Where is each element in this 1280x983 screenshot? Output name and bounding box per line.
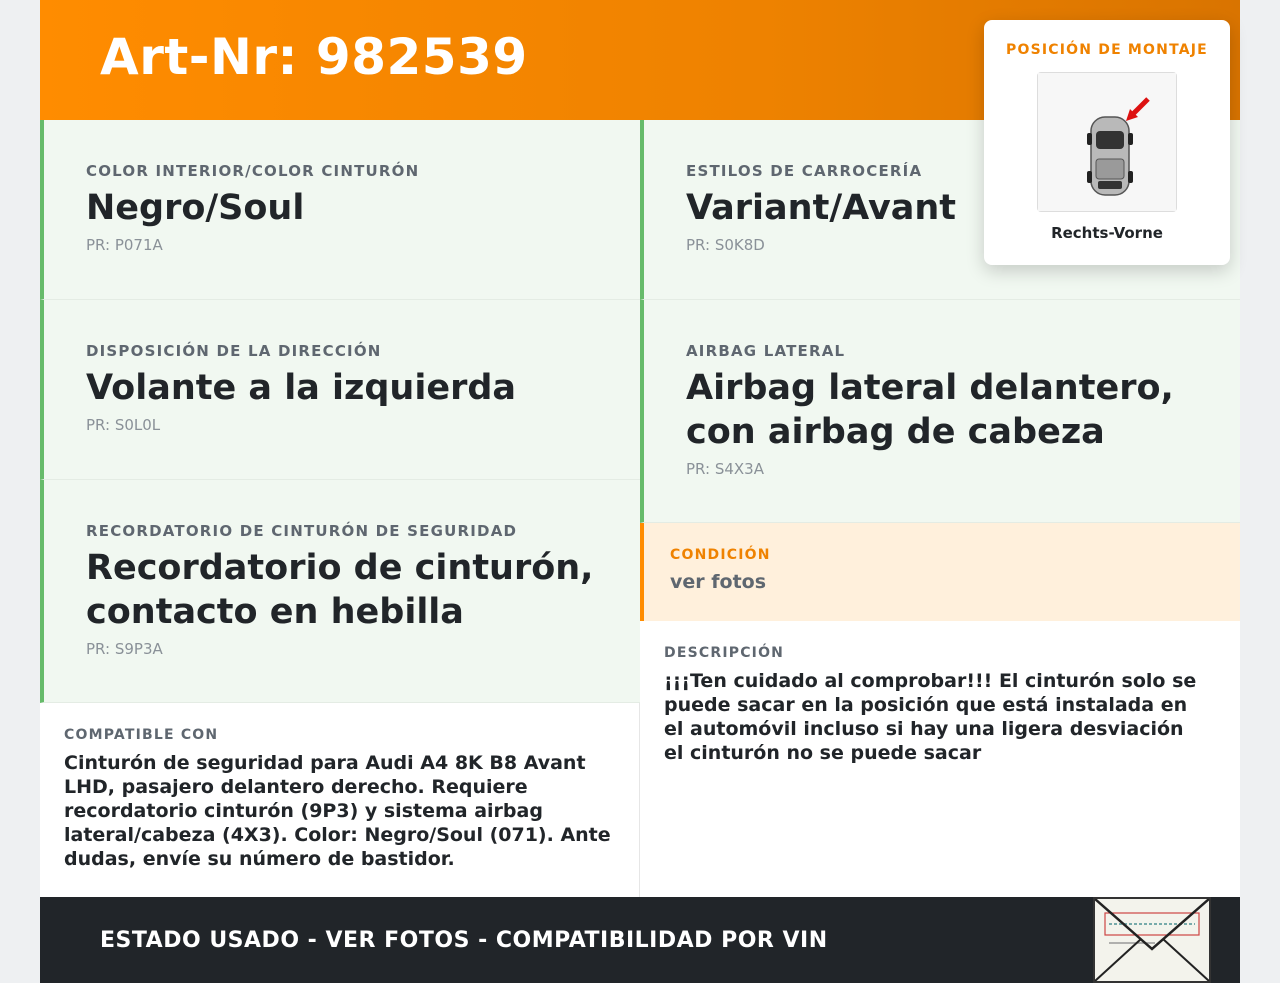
mounting-label: POSICIÓN DE MONTAJE	[1006, 42, 1208, 58]
condition-box: CONDICIÓN ver fotos	[640, 523, 1240, 621]
condition-label: CONDICIÓN	[670, 547, 771, 563]
attr-label: AIRBAG LATERAL	[686, 342, 846, 360]
compatible-box: COMPATIBLE CON Cinturón de seguridad par…	[40, 703, 639, 897]
attr-label: COLOR INTERIOR/COLOR CINTURÓN	[86, 162, 420, 180]
attr-value: Recordatorio de cinturón, contacto en he…	[86, 548, 594, 632]
attr-pr-code: PR: P071A	[86, 236, 163, 254]
mounting-position-card: POSICIÓN DE MONTAJE Rechts-Vorne	[984, 20, 1230, 265]
compatible-label: COMPATIBLE CON	[64, 727, 219, 743]
article-number-title: Art-Nr: 982539	[100, 28, 528, 86]
description-box: DESCRIPCIÓN ¡¡¡Ten cuidado al comprobar!…	[640, 621, 1240, 897]
footer-text: ESTADO USADO - VER FOTOS - COMPATIBILIDA…	[100, 928, 828, 953]
attr-pr-code: PR: S9P3A	[86, 640, 163, 658]
attr-value: Volante a la izquierda	[86, 368, 517, 408]
description-text: ¡¡¡Ten cuidado al comprobar!!! El cintur…	[664, 670, 1197, 764]
attr-pr-code: PR: S0L0L	[86, 416, 161, 434]
attr-color: COLOR INTERIOR/COLOR CINTURÓN Negro/Soul…	[40, 120, 640, 300]
attr-steering: DISPOSICIÓN DE LA DIRECCIÓN Volante a la…	[40, 300, 640, 480]
attr-label: DISPOSICIÓN DE LA DIRECCIÓN	[86, 342, 382, 360]
attr-pr-code: PR: S4X3A	[686, 460, 764, 478]
car-top-view-icon	[1037, 72, 1177, 212]
description-label: DESCRIPCIÓN	[664, 645, 785, 661]
attr-side-airbag: AIRBAG LATERAL Airbag lateral delantero,…	[640, 300, 1240, 523]
attr-value: Negro/Soul	[86, 188, 305, 228]
attr-label: RECORDATORIO DE CINTURÓN DE SEGURIDAD	[86, 522, 518, 540]
attr-value: Airbag lateral delantero, con airbag de …	[686, 368, 1174, 452]
condition-value: ver fotos	[670, 571, 767, 593]
compatible-text: Cinturón de seguridad para Audi A4 8K B8…	[64, 752, 611, 870]
attr-belt-reminder: RECORDATORIO DE CINTURÓN DE SEGURIDAD Re…	[40, 480, 640, 703]
footer-bar: ESTADO USADO - VER FOTOS - COMPATIBILIDA…	[40, 897, 1240, 983]
mounting-caption: Rechts-Vorne	[1051, 224, 1163, 242]
envelope-stamp-icon	[1093, 897, 1211, 983]
